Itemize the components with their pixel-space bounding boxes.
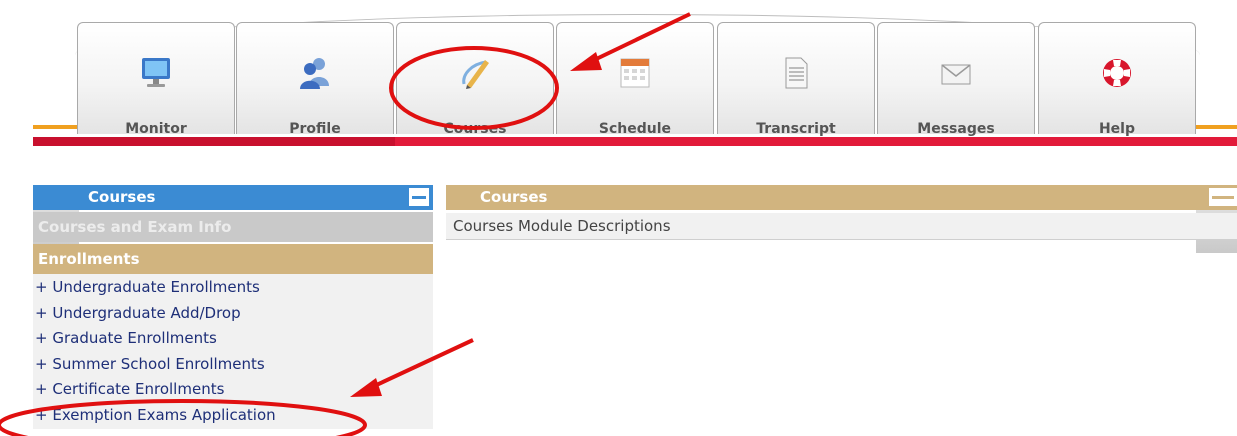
tab-courses[interactable]: Courses — [396, 22, 554, 137]
tab-label: Schedule — [598, 121, 672, 137]
sidebar-title: Courses — [88, 188, 156, 206]
content-title: Courses — [480, 188, 548, 206]
section-enrollments[interactable]: Enrollments — [33, 244, 433, 274]
calendar-icon — [620, 58, 650, 88]
tab-label: Monitor — [125, 121, 187, 137]
content-header: Courses — [446, 185, 1237, 210]
tab-label: Help — [1098, 121, 1136, 137]
tab-profile[interactable]: Profile — [236, 22, 394, 137]
lifebuoy-icon — [1103, 59, 1131, 87]
envelope-icon — [941, 64, 971, 85]
courses-content-panel: Courses Courses Module Descriptions — [446, 185, 1237, 240]
monitor-icon — [142, 58, 170, 87]
collapse-icon[interactable] — [1209, 188, 1237, 206]
tab-messages[interactable]: Messages — [877, 22, 1035, 137]
tab-transcript[interactable]: Transcript — [717, 22, 875, 137]
tab-help[interactable]: Help — [1038, 22, 1196, 137]
tab-label: Messages — [917, 121, 995, 137]
tab-label: Courses — [443, 121, 507, 137]
nav-orange-line-right — [1196, 125, 1237, 129]
top-navigation: Monitor Profile Courses Schedule Transcr… — [0, 0, 1237, 253]
link-undergraduate-add-drop[interactable]: + Undergraduate Add/Drop — [33, 301, 433, 327]
link-certificate-enrollments[interactable]: + Certificate Enrollments — [33, 377, 433, 403]
tab-label: Transcript — [756, 121, 836, 137]
collapse-icon[interactable] — [409, 188, 429, 206]
profile-users-icon — [300, 58, 329, 89]
link-exemption-exams-application[interactable]: + Exemption Exams Application — [33, 403, 433, 429]
courses-sidebar: Courses Courses and Exam Info Enrollment… — [33, 185, 433, 429]
pencil-icon — [462, 60, 489, 89]
link-undergraduate-enrollments[interactable]: + Undergraduate Enrollments — [33, 275, 433, 301]
nav-red-band-dark — [33, 137, 395, 146]
section-courses-exam-info[interactable]: Courses and Exam Info — [33, 212, 433, 242]
courses-module-descriptions-link[interactable]: Courses Module Descriptions — [446, 213, 1237, 240]
enrollment-links: + Undergraduate Enrollments + Undergradu… — [33, 274, 433, 429]
document-icon — [785, 57, 808, 89]
tab-monitor[interactable]: Monitor — [77, 22, 235, 137]
tab-label: Profile — [289, 121, 341, 137]
nav-orange-line-left — [33, 125, 79, 129]
link-summer-school-enrollments[interactable]: + Summer School Enrollments — [33, 352, 433, 378]
tab-schedule[interactable]: Schedule — [556, 22, 714, 137]
link-graduate-enrollments[interactable]: + Graduate Enrollments — [33, 326, 433, 352]
sidebar-header: Courses — [33, 185, 433, 210]
